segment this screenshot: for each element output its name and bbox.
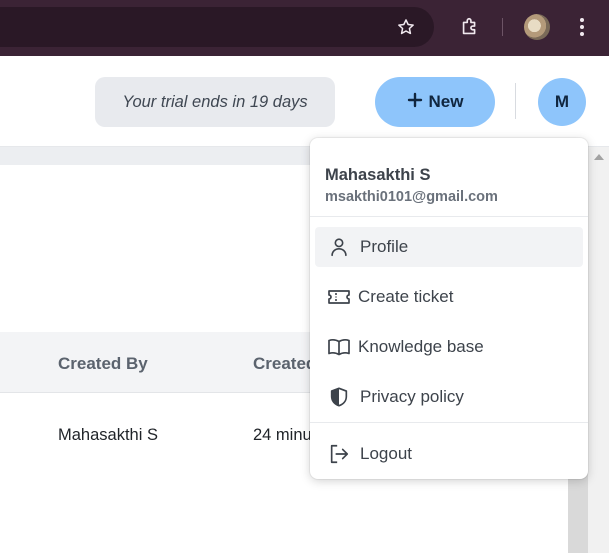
trial-banner: Your trial ends in 19 days bbox=[95, 77, 335, 127]
shield-icon bbox=[327, 385, 351, 409]
account-email: msakthi0101@gmail.com bbox=[325, 189, 498, 205]
scroll-up-arrow-icon[interactable] bbox=[594, 154, 604, 160]
browser-toolbar bbox=[0, 0, 609, 56]
table-cell-created-by: Mahasakthi S bbox=[58, 426, 158, 444]
menu-item-label: Profile bbox=[360, 237, 409, 256]
account-menu: Mahasakthi S msakthi0101@gmail.com Profi… bbox=[310, 138, 588, 479]
book-icon bbox=[327, 335, 351, 359]
menu-item-profile[interactable]: Profile bbox=[315, 227, 583, 267]
ticket-icon bbox=[327, 285, 351, 309]
more-vert-icon[interactable] bbox=[569, 14, 595, 40]
avatar-initial: M bbox=[554, 92, 570, 111]
address-bar[interactable] bbox=[0, 7, 434, 47]
menu-item-logout[interactable]: Logout bbox=[315, 434, 583, 474]
column-header-created[interactable]: Created bbox=[253, 354, 316, 374]
column-header-created-by[interactable]: Created By bbox=[58, 354, 148, 374]
table-cell-created: 24 minu bbox=[253, 426, 312, 444]
new-button[interactable]: New bbox=[375, 77, 495, 127]
menu-item-label: Create ticket bbox=[358, 287, 454, 306]
account-menu-user: Mahasakthi S msakthi0101@gmail.com bbox=[325, 166, 498, 205]
person-icon bbox=[327, 235, 351, 259]
user-avatar-button[interactable]: M bbox=[538, 78, 586, 126]
plus-icon bbox=[407, 92, 423, 113]
header-divider bbox=[515, 83, 516, 119]
logout-icon bbox=[327, 442, 351, 466]
toolbar-divider bbox=[502, 18, 503, 36]
menu-item-create-ticket[interactable]: Create ticket bbox=[315, 277, 583, 317]
menu-divider bbox=[310, 216, 588, 217]
extensions-icon[interactable] bbox=[457, 14, 483, 40]
star-icon[interactable] bbox=[393, 14, 419, 40]
app-header: Your trial ends in 19 days New M bbox=[0, 56, 609, 147]
trial-text: Your trial ends in 19 days bbox=[122, 92, 308, 111]
new-button-label: New bbox=[428, 92, 464, 111]
scrollbar[interactable] bbox=[588, 147, 609, 553]
menu-item-label: Privacy policy bbox=[360, 387, 464, 406]
menu-item-label: Logout bbox=[360, 444, 412, 463]
account-name: Mahasakthi S bbox=[325, 166, 431, 184]
menu-item-label: Knowledge base bbox=[358, 337, 484, 356]
menu-item-knowledge-base[interactable]: Knowledge base bbox=[315, 327, 583, 367]
browser-profile-avatar[interactable] bbox=[524, 14, 550, 40]
menu-divider bbox=[310, 422, 588, 423]
menu-item-privacy-policy[interactable]: Privacy policy bbox=[315, 377, 583, 417]
